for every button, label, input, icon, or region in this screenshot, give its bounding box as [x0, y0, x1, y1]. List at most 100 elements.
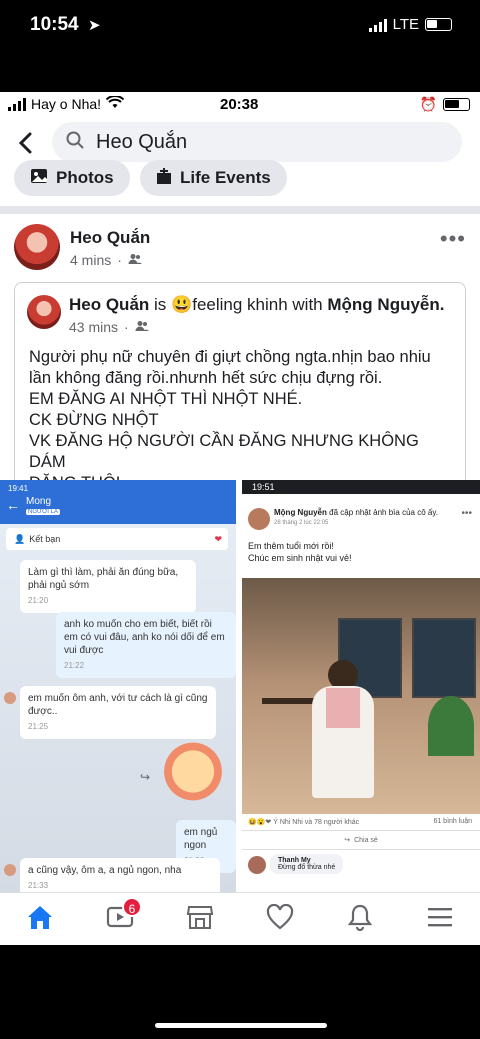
battery-icon [425, 18, 452, 31]
outer-status-bar: 10:54 ➤ LTE [0, 0, 480, 92]
carrier-name: Hay o Nha! [31, 96, 102, 112]
search-input[interactable]: Heo Quắn [52, 122, 462, 162]
search-icon [66, 131, 84, 154]
plant-shape [428, 696, 474, 756]
more-options-icon[interactable]: ••• [440, 226, 466, 252]
tab-marketplace[interactable] [180, 899, 220, 939]
chat-contact-sub: NGƯỜI LẠ [26, 509, 60, 515]
life-events-chip-label: Life Events [180, 168, 271, 187]
contact-avatar [4, 864, 16, 876]
post-header: Heo Quắn 4 mins · ••• [0, 214, 480, 282]
tab-watch[interactable]: 6 [100, 897, 142, 939]
shared-avatar[interactable] [27, 295, 61, 329]
bottom-tab-bar: 6 [0, 892, 480, 945]
share-arrow-icon: ↪ [140, 770, 151, 784]
window-shape [412, 618, 476, 698]
signal-icon [368, 18, 387, 32]
network-label: LTE [392, 16, 419, 33]
shared-status-text: Người phụ nữ chuyên đi giựt chồng ngta.n… [29, 347, 459, 494]
tab-home[interactable] [20, 899, 60, 939]
chat-message: anh ko muốn cho em biết, biết rồi em có … [56, 612, 236, 678]
tab-menu[interactable] [420, 899, 460, 939]
chat-back-icon: ← [6, 497, 20, 513]
chat-header: 19:41 ← Mong NGƯỜI LẠ [0, 480, 236, 524]
fb-screenshot-photo[interactable]: 19:51 Mộng Nguyễn đã cập nhật ảnh bìa củ… [242, 480, 480, 892]
shared-is: is [154, 295, 167, 314]
author-avatar [248, 508, 270, 530]
inner-clock: 20:38 [220, 96, 259, 113]
reaction-icons: 😆😮❤ [248, 819, 272, 826]
shared-author[interactable]: Heo Quắn [69, 295, 149, 314]
back-arrow-icon[interactable] [18, 130, 32, 161]
feeling-emoji-icon: 😃 [171, 295, 193, 314]
home-icon [26, 904, 54, 935]
shared-meta: 43 mins · [69, 319, 149, 335]
fb-share-button: ↪ Chia sẻ [242, 830, 480, 850]
alarm-icon: ⏰ [419, 96, 437, 112]
cover-photo [242, 578, 480, 814]
status-line: EM ĐĂNG AI NHỘT THÌ NHỘT NHÉ. [29, 390, 303, 408]
photos-icon [30, 168, 48, 189]
outer-clock: 10:54 [30, 14, 79, 35]
fb-more-icon: ••• [461, 508, 472, 519]
photos-chip[interactable]: Photos [14, 160, 130, 196]
video-badge: 6 [122, 897, 142, 917]
inner-status-right: ⏰ [420, 96, 470, 113]
avatar[interactable] [14, 224, 60, 270]
heart-icon: ❤ [214, 533, 222, 544]
fb-comment-bubble: Thanh My Đừng đổ thừa nhé [270, 854, 344, 874]
post-time: 4 mins [70, 252, 112, 268]
post-meta: 4 mins · [70, 252, 142, 268]
add-friend-icon: 👤 [14, 533, 26, 544]
shared-post-header-line: Heo Quắn is 😃feeling khinh with Mộng Ngu… [69, 295, 444, 315]
wifi-icon [105, 95, 125, 112]
chat-screenshot-photo[interactable]: 19:41 ← Mong NGƯỜI LẠ 👤 Kết bạn ❤ Làm gì… [0, 480, 236, 892]
share-icon: ↪ [344, 837, 351, 844]
heart-outline-icon [266, 903, 294, 935]
screenshot-screen: Hay o Nha! 20:38 ⏰ Heo Quắn Photos Life … [0, 92, 480, 945]
fb-post-date: 28 tháng 2 lúc 22:05 [274, 520, 329, 526]
chat-message: em muốn ôm anh, với tư cách là gì cũng đ… [20, 686, 216, 739]
search-query: Heo Quắn [96, 130, 188, 153]
friends-audience-icon [128, 252, 142, 268]
photos-chip-label: Photos [56, 168, 114, 187]
fb-status-bar: 19:51 [242, 480, 480, 494]
shared-time: 43 mins [69, 319, 119, 335]
post-author[interactable]: Heo Quắn [70, 228, 150, 248]
hamburger-menu-icon [427, 906, 453, 933]
person-top [326, 688, 360, 728]
sticker-image [158, 740, 228, 810]
location-arrow-icon: ➤ [88, 17, 101, 34]
chat-status-time: 19:41 [8, 484, 29, 493]
bell-icon [347, 903, 373, 936]
chat-contact-name: Mong [26, 496, 52, 507]
tab-dating[interactable] [260, 899, 300, 939]
life-events-chip[interactable]: Life Events [140, 160, 287, 196]
fb-comments-count: 61 bình luận [433, 818, 472, 825]
contact-avatar [4, 692, 16, 704]
inner-status-bar: Hay o Nha! 20:38 ⏰ [0, 92, 480, 118]
status-line: CK ĐỪNG NHỘT [29, 411, 159, 429]
shop-icon [186, 904, 214, 935]
status-line: Người phụ nữ chuyên đi giựt chồng ngta.n… [29, 348, 431, 366]
commenter-avatar [248, 856, 266, 874]
add-friend-label: Kết bạn [29, 534, 61, 544]
shared-friends-icon [135, 319, 149, 335]
flag-icon [156, 167, 172, 190]
inner-battery-icon [443, 98, 470, 111]
outer-status-indicators: LTE [368, 16, 452, 33]
status-line: lần không đăng rồi.nhưnh hết sức chịu đự… [29, 369, 383, 387]
inner-carrier: Hay o Nha! [8, 95, 125, 112]
tab-notifications[interactable] [340, 899, 380, 939]
home-indicator[interactable] [155, 1023, 327, 1028]
profile-chips: Photos Life Events [0, 160, 480, 214]
shared-feeling: feeling khinh with [192, 295, 323, 314]
status-line: VK ĐĂNG HỘ NGƯỜI CẦN ĐĂNG NHƯNG KHÔNG DÁ… [29, 432, 419, 471]
fb-reactions: 😆😮❤ Ý Nhi Nhi và 78 người khác [248, 819, 360, 826]
post-photos[interactable]: 19:41 ← Mong NGƯỜI LẠ 👤 Kết bạn ❤ Làm gì… [0, 480, 480, 892]
add-friend-bar: 👤 Kết bạn ❤ [6, 528, 228, 550]
inner-signal-icon [8, 97, 26, 111]
tagged-person[interactable]: Mộng Nguyễn. [327, 295, 444, 314]
chat-message: a cũng vậy, ôm a, a ngủ ngon, nha 21:33 [20, 858, 220, 892]
fb-caption: Em thêm tuổi mới rồi! Chúc em sinh nhật … [248, 541, 352, 563]
